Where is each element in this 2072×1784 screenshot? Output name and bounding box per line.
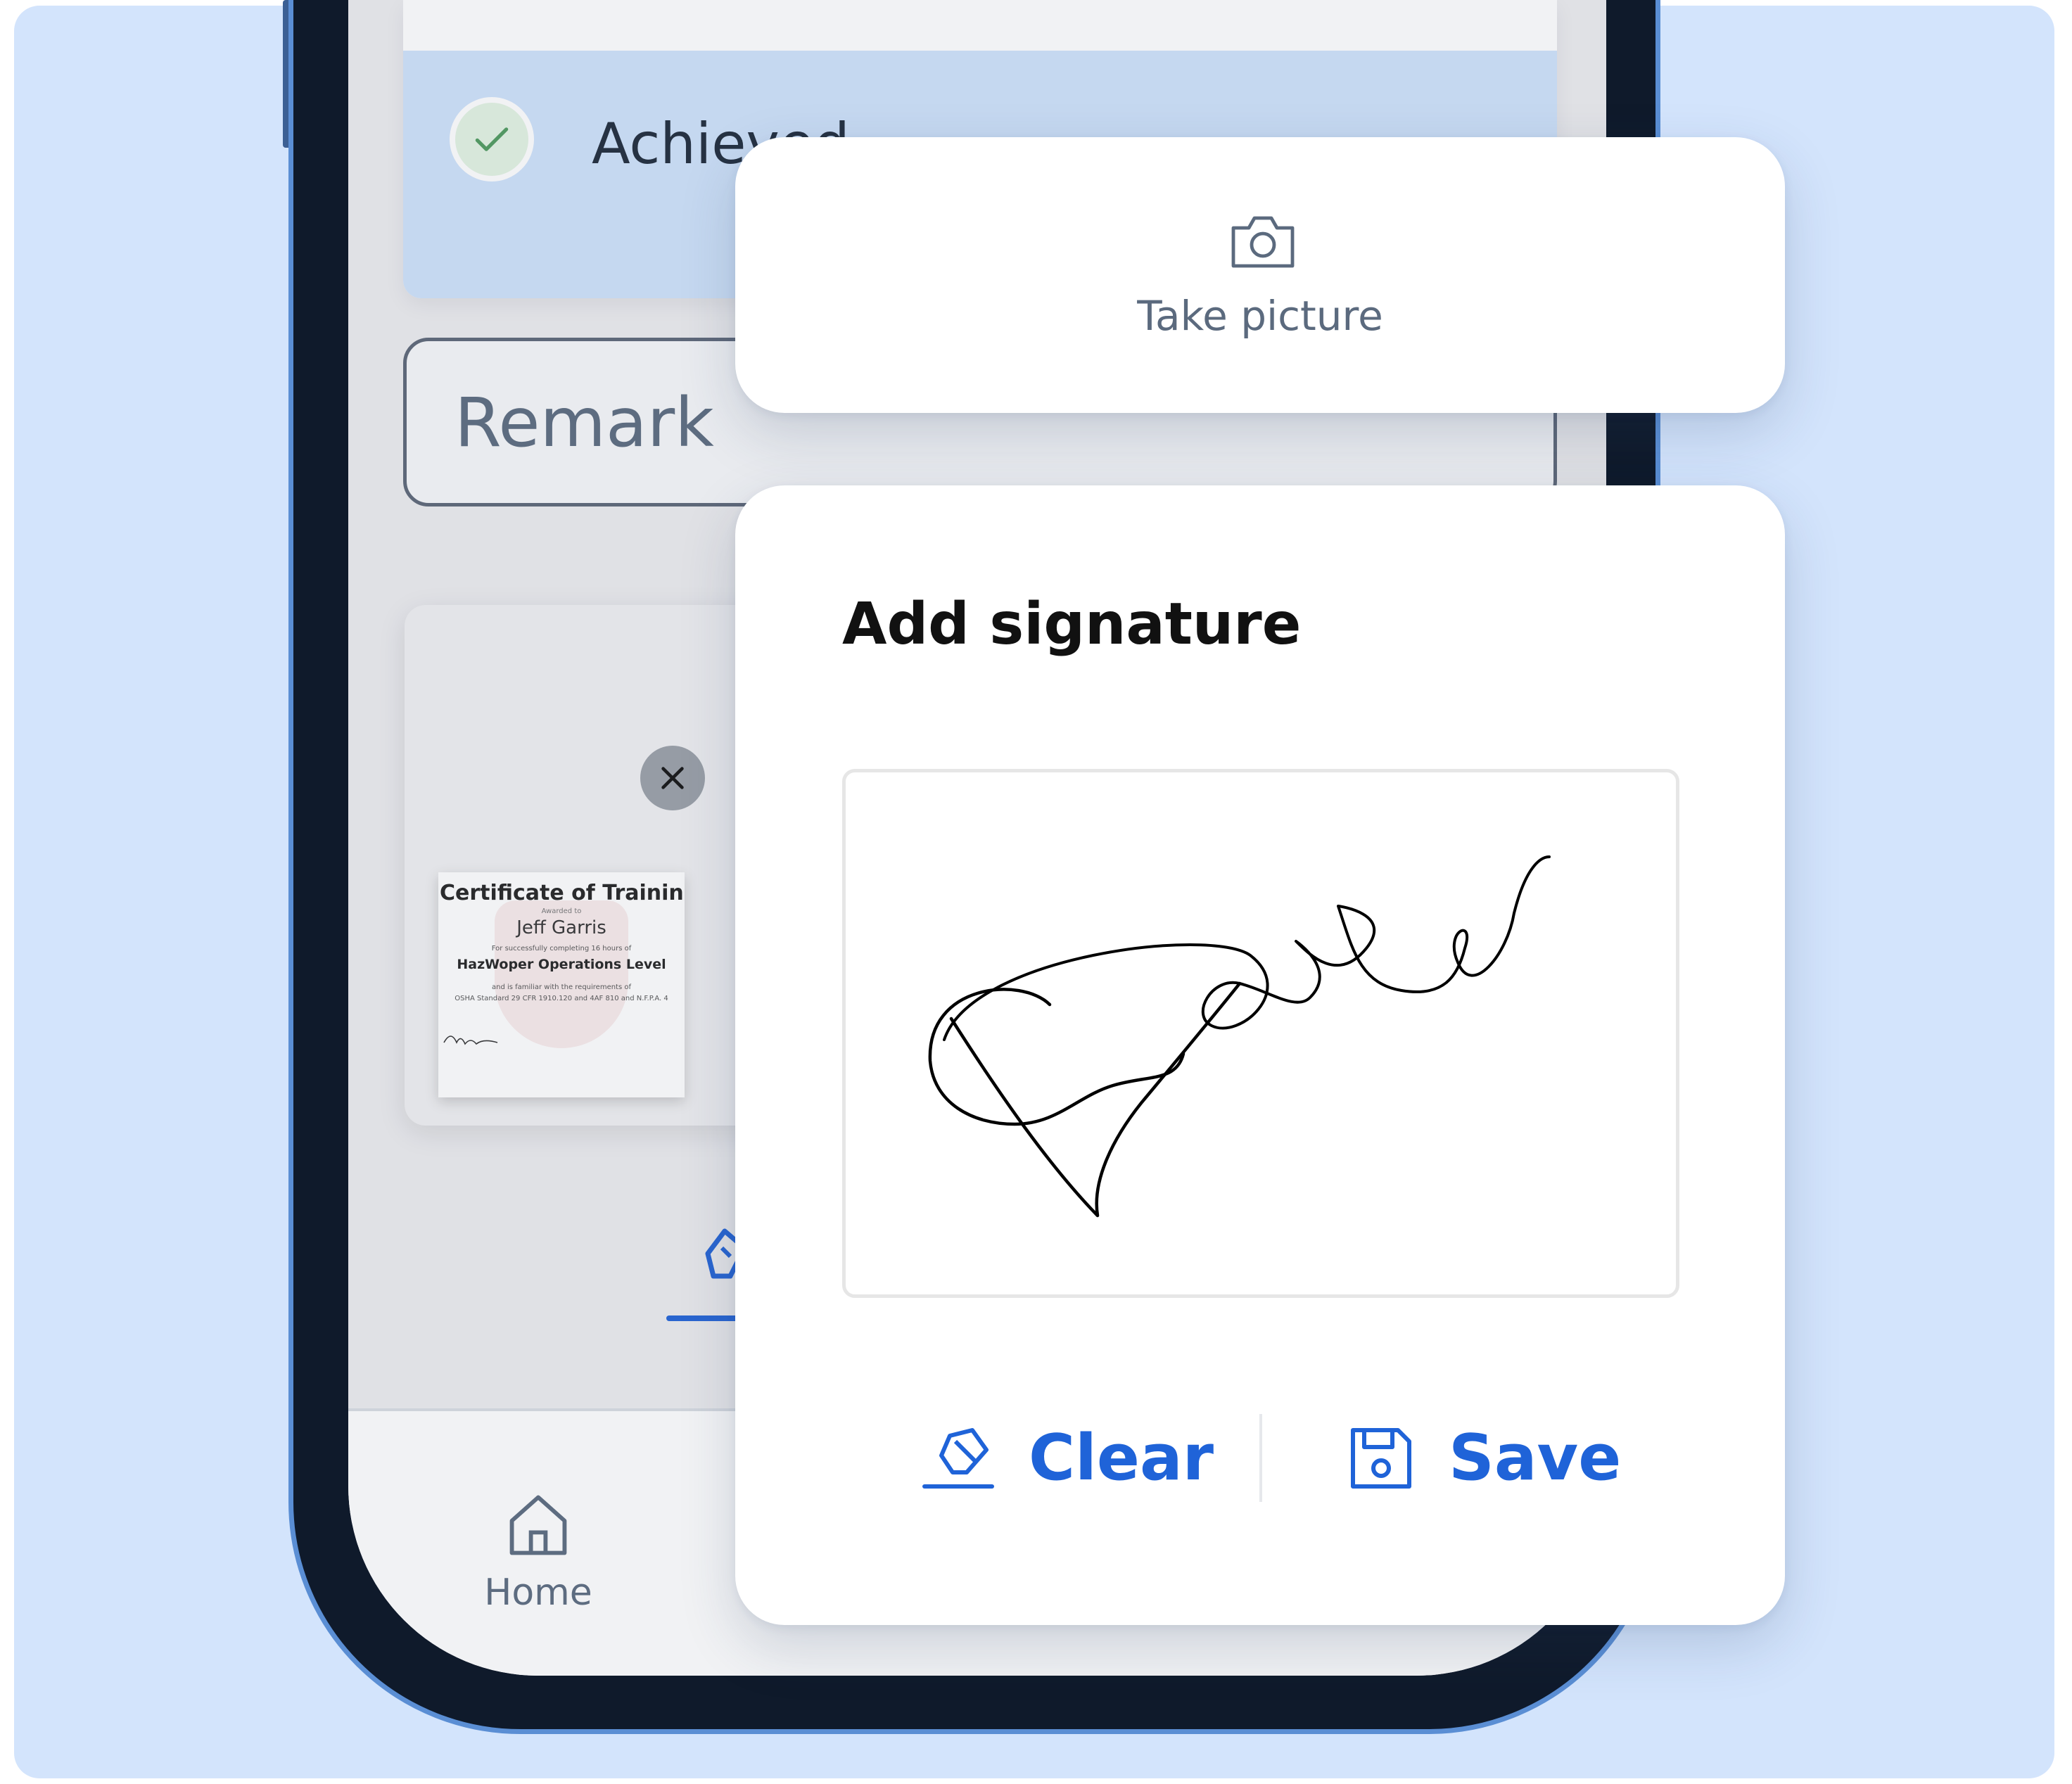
signature-title: Add signature	[842, 591, 1302, 658]
take-picture-card[interactable]: Take picture	[735, 137, 1785, 413]
take-picture-label: Take picture	[1137, 292, 1383, 340]
floppy-disk-icon	[1351, 1427, 1411, 1489]
signature-pad[interactable]	[842, 769, 1679, 1298]
actions-divider	[1259, 1414, 1262, 1502]
camera-icon	[1228, 211, 1298, 274]
save-label: Save	[1449, 1421, 1622, 1495]
clear-label: Clear	[1029, 1421, 1214, 1495]
signature-card: Add signature Clear Save	[735, 485, 1785, 1625]
save-button[interactable]: Save	[1347, 1414, 1621, 1502]
eraser-icon	[922, 1427, 994, 1489]
clear-button[interactable]: Clear	[922, 1414, 1214, 1502]
signature-drawing	[928, 855, 1551, 1218]
